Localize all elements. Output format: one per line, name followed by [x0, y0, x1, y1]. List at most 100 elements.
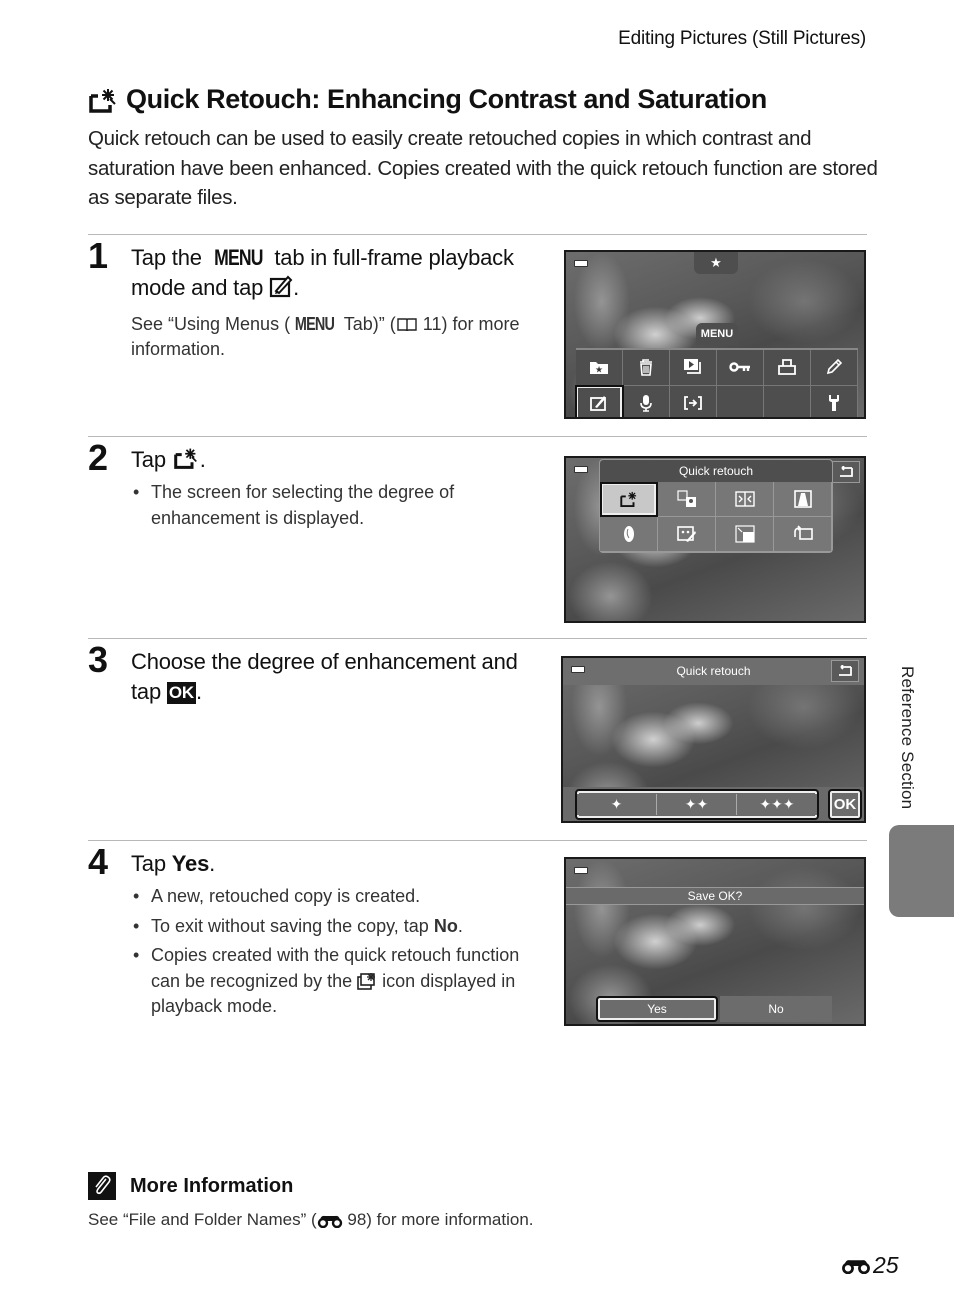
d-lighting-icon[interactable] [658, 482, 716, 517]
no-button[interactable]: No [720, 996, 832, 1022]
playback-menu-grid: ★ [575, 348, 858, 417]
divider [88, 234, 867, 235]
step-4-bullets: A new, retouched copy is created. To exi… [131, 884, 531, 1024]
step-text: . [209, 851, 216, 876]
small-picture-icon[interactable] [716, 517, 774, 552]
screen-retouch-menu: Quick retouch [564, 456, 866, 623]
battery-icon [574, 867, 588, 874]
screen-title: Quick retouch [676, 664, 751, 678]
more-info-heading: More Information [88, 1172, 293, 1200]
screen-enhancement-level: Quick retouch ✦ ✦✦ ✦✦✦ OK [561, 656, 866, 823]
back-button[interactable] [832, 461, 860, 483]
screen-topbar: Quick retouch [563, 658, 864, 685]
step-text: Tap [131, 851, 172, 876]
menu-tab[interactable]: MENU [696, 323, 738, 345]
step-2-bullets: The screen for selecting the degree of e… [131, 480, 531, 535]
page-number-text: 25 [873, 1252, 899, 1278]
svg-text:★: ★ [595, 365, 603, 375]
retouch-icon [269, 275, 293, 298]
more-info-text-part: See “File and Folder Names” ( [88, 1210, 317, 1229]
panel-title: Quick retouch [600, 460, 832, 482]
level-normal-button[interactable]: ✦✦ [657, 794, 737, 815]
reference-binoculars-icon [842, 1259, 870, 1274]
print-order-icon[interactable] [764, 350, 811, 386]
screen-save-confirm: Save OK? Yes No [564, 857, 866, 1026]
divider [88, 840, 867, 841]
intro-paragraph: Quick retouch can be used to easily crea… [88, 127, 878, 209]
empty-slot [717, 385, 764, 417]
step-text: . [293, 275, 299, 300]
divider [88, 638, 867, 639]
glamour-retouch-icon[interactable] [600, 517, 658, 552]
battery-icon [574, 260, 588, 267]
bullet-text: To exit without saving the copy, tap [151, 915, 434, 936]
menu-glyph: MENU [294, 314, 335, 334]
step-3-heading: Choose the degree of enhancement and tap… [131, 647, 541, 707]
paperclip-icon [88, 1172, 116, 1200]
quick-retouch-icon [89, 88, 116, 113]
step-number: 3 [88, 639, 109, 680]
favorites-tab[interactable]: ★ [694, 252, 738, 274]
setup-wrench-icon[interactable] [811, 385, 858, 417]
filter-effects-icon[interactable] [774, 482, 832, 517]
retouch-grid [600, 482, 832, 552]
note-text: Tab)” ( [339, 314, 396, 334]
bullet-text: . [457, 915, 463, 936]
bullet-item: The screen for selecting the degree of e… [131, 480, 531, 531]
running-head: Editing Pictures (Still Pictures) [618, 28, 866, 49]
bullet-item: A new, retouched copy is created. [131, 884, 531, 910]
section-tab [889, 825, 954, 917]
retouch-panel: Quick retouch [599, 459, 833, 553]
save-prompt: Save OK? [566, 887, 864, 905]
step-text: Tap [131, 447, 172, 472]
empty-slot [764, 385, 811, 417]
note-text: See “Using Menus ( [131, 314, 291, 334]
copy-icon[interactable] [670, 385, 717, 417]
battery-icon [571, 666, 585, 673]
level-high-button[interactable]: ✦✦✦ [737, 794, 817, 815]
retouch-menu-icon[interactable] [575, 384, 624, 417]
delete-icon[interactable] [623, 350, 670, 386]
step-number: 2 [88, 437, 109, 478]
section-label: Reference Section [898, 666, 917, 810]
step-text: . [196, 679, 202, 704]
skin-softening-icon[interactable] [716, 482, 774, 517]
battery-icon [574, 466, 588, 473]
ok-button[interactable]: OK [828, 789, 862, 820]
step-text: Tap the [131, 245, 208, 270]
more-info-text-part: 98) for more information. [342, 1210, 534, 1229]
protect-icon[interactable] [717, 350, 764, 386]
bullet-item: Copies created with the quick retouch fu… [131, 943, 531, 1020]
slide-show-icon[interactable] [670, 350, 717, 386]
page-number: 25 [841, 1252, 899, 1279]
book-icon [397, 318, 417, 332]
step-4-heading: Tap Yes. [131, 849, 541, 879]
more-info-title: More Information [130, 1174, 294, 1197]
voice-memo-icon[interactable] [623, 385, 670, 417]
step-2-heading: Tap . [131, 445, 541, 475]
page-title-text: Quick Retouch: Enhancing Contrast and Sa… [126, 84, 767, 114]
bullet-text-bold: No [433, 915, 458, 936]
quick-retouch-option-icon[interactable] [600, 482, 658, 517]
level-low-button[interactable]: ✦ [577, 794, 657, 815]
more-info-text: See “File and Folder Names” ( 98) for mo… [88, 1210, 534, 1230]
yes-button[interactable]: Yes [596, 996, 718, 1022]
page-title: Quick Retouch: Enhancing Contrast and Sa… [88, 84, 767, 115]
reference-binoculars-icon [317, 1215, 342, 1228]
quick-retouch-icon [174, 448, 197, 469]
divider [88, 436, 867, 437]
back-arrow-icon [839, 665, 852, 676]
edit-pencil-icon[interactable] [811, 350, 858, 386]
bullet-item: To exit without saving the copy, tap No. [131, 914, 531, 940]
menu-glyph: MENU [213, 245, 263, 270]
step-number: 4 [88, 841, 109, 882]
step-text: . [199, 447, 206, 472]
back-button[interactable] [831, 660, 859, 682]
favorite-folder-icon[interactable]: ★ [576, 350, 623, 386]
step-text-bold: Yes [171, 851, 210, 876]
paint-icon[interactable] [658, 517, 716, 552]
screen-playback-menu: ★ MENU ★ [564, 250, 866, 419]
retouched-copy-icon [357, 972, 376, 990]
crop-icon[interactable] [774, 517, 832, 552]
step-1-note: See “Using Menus (MENU Tab)” ( 11) for m… [131, 312, 531, 362]
